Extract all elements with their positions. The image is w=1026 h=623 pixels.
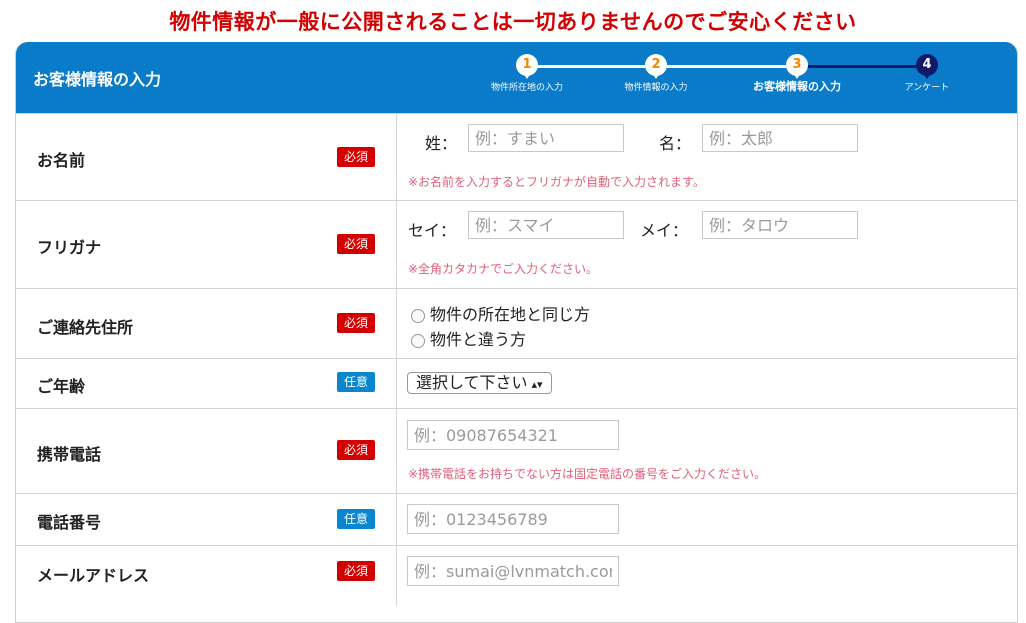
required-badge: 必須 bbox=[337, 234, 375, 254]
furigana-label: フリガナ bbox=[37, 238, 102, 257]
step-1-number: 1 bbox=[516, 54, 538, 79]
required-badge: 必須 bbox=[337, 313, 375, 333]
age-label: ご年齢 bbox=[37, 377, 86, 396]
row-address: ご連絡先住所 必須 物件の所在地と同じ方 物件と違う方 bbox=[16, 288, 1017, 359]
age-select[interactable]: 選択して下さい ▴▾ bbox=[407, 372, 552, 394]
phone-input[interactable] bbox=[407, 504, 619, 534]
required-badge: 必須 bbox=[337, 147, 375, 167]
radio-button[interactable] bbox=[411, 308, 425, 323]
step-2-label: 物件情報の入力 bbox=[624, 83, 688, 93]
row-age: ご年齢 任意 選択して下さい ▴▾ bbox=[16, 358, 1017, 409]
last-name-label: 姓： bbox=[425, 134, 458, 153]
first-name-input[interactable] bbox=[702, 124, 858, 152]
phone-label: 電話番号 bbox=[37, 513, 102, 532]
radio-same-label: 物件の所在地と同じ方 bbox=[430, 305, 591, 324]
privacy-notice: 物件情報が一般に公開されることは一切ありませんのでご安心ください bbox=[169, 10, 857, 34]
name-hint: ※お名前を入力するとフリガナが自動で入力されます。 bbox=[408, 175, 705, 189]
email-input[interactable] bbox=[407, 556, 619, 586]
step-4-number: 4 bbox=[916, 54, 938, 79]
mei-label: メイ： bbox=[640, 221, 689, 240]
step-2-number: 2 bbox=[645, 54, 667, 79]
furigana-hint: ※全角カタカナでご入力ください。 bbox=[408, 262, 599, 276]
radio-button[interactable] bbox=[411, 333, 425, 348]
email-label: メールアドレス bbox=[37, 566, 150, 585]
sei-label: セイ： bbox=[408, 221, 457, 240]
step-3-label: お客様情報の入力 bbox=[753, 80, 841, 93]
row-mobile: 携帯電話 必須 ※携帯電話をお持ちでない方は固定電話の番号をご入力ください。 bbox=[16, 408, 1017, 494]
address-label: ご連絡先住所 bbox=[37, 318, 134, 337]
radio-same-address[interactable]: 物件の所在地と同じ方 bbox=[411, 301, 590, 325]
updown-arrow-icon: ▴▾ bbox=[531, 378, 543, 391]
step-2: 2 物件情報の入力 bbox=[596, 54, 716, 93]
name-label: お名前 bbox=[37, 151, 86, 170]
step-1: 1 物件所在地の入力 bbox=[467, 54, 587, 93]
radio-different-label: 物件と違う方 bbox=[430, 330, 527, 349]
mobile-hint: ※携帯電話をお持ちでない方は固定電話の番号をご入力ください。 bbox=[408, 467, 767, 481]
required-badge: 必須 bbox=[337, 440, 375, 460]
step-1-label: 物件所在地の入力 bbox=[490, 83, 563, 93]
sei-input[interactable] bbox=[468, 211, 624, 239]
optional-badge: 任意 bbox=[337, 372, 375, 392]
step-3-number: 3 bbox=[786, 54, 808, 79]
first-name-label: 名： bbox=[659, 134, 692, 153]
row-phone: 電話番号 任意 bbox=[16, 493, 1017, 546]
mei-input[interactable] bbox=[702, 211, 858, 239]
step-4: 4 アンケート bbox=[867, 54, 987, 93]
optional-badge: 任意 bbox=[337, 509, 375, 529]
row-name: お名前 必須 姓： 名： ※お名前を入力するとフリガナが自動で入力されます。 bbox=[16, 113, 1017, 201]
last-name-input[interactable] bbox=[468, 124, 624, 152]
row-furigana: フリガナ 必須 セイ： メイ： ※全角カタカナでご入力ください。 bbox=[16, 200, 1017, 289]
step-4-label: アンケート bbox=[904, 83, 950, 93]
customer-info-form: お客様情報の入力 1 物件所在地の入力 2 物件情報の入力 3 お客様情報の入力… bbox=[15, 42, 1018, 623]
row-email: メールアドレス 必須 bbox=[16, 545, 1017, 606]
radio-different-address[interactable]: 物件と違う方 bbox=[411, 326, 526, 350]
form-header: お客様情報の入力 1 物件所在地の入力 2 物件情報の入力 3 お客様情報の入力… bbox=[16, 42, 1017, 113]
required-badge: 必須 bbox=[337, 561, 375, 581]
progress-steps: 1 物件所在地の入力 2 物件情報の入力 3 お客様情報の入力 4 アンケート bbox=[16, 42, 1017, 113]
mobile-label: 携帯電話 bbox=[37, 445, 102, 464]
age-select-value: 選択して下さい bbox=[416, 373, 528, 392]
mobile-input[interactable] bbox=[407, 420, 619, 450]
step-3: 3 お客様情報の入力 bbox=[737, 54, 857, 94]
